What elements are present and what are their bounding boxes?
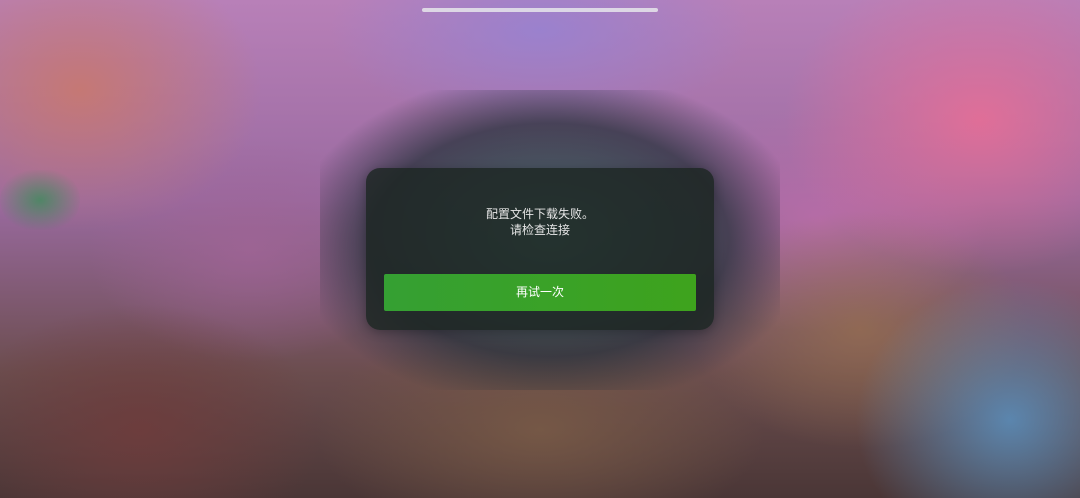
home-indicator[interactable] xyxy=(422,8,658,12)
error-message: 配置文件下载失败。 请检查连接 xyxy=(366,206,714,238)
retry-button[interactable]: 再试一次 xyxy=(384,274,696,311)
error-message-line1: 配置文件下载失败。 xyxy=(485,207,594,221)
game-screen: 配置文件下载失败。 请检查连接 再试一次 xyxy=(0,0,1080,498)
error-dialog: 配置文件下载失败。 请检查连接 再试一次 xyxy=(366,168,714,330)
blurred-background-spot xyxy=(0,170,80,230)
error-message-line2: 请检查连接 xyxy=(509,223,570,237)
